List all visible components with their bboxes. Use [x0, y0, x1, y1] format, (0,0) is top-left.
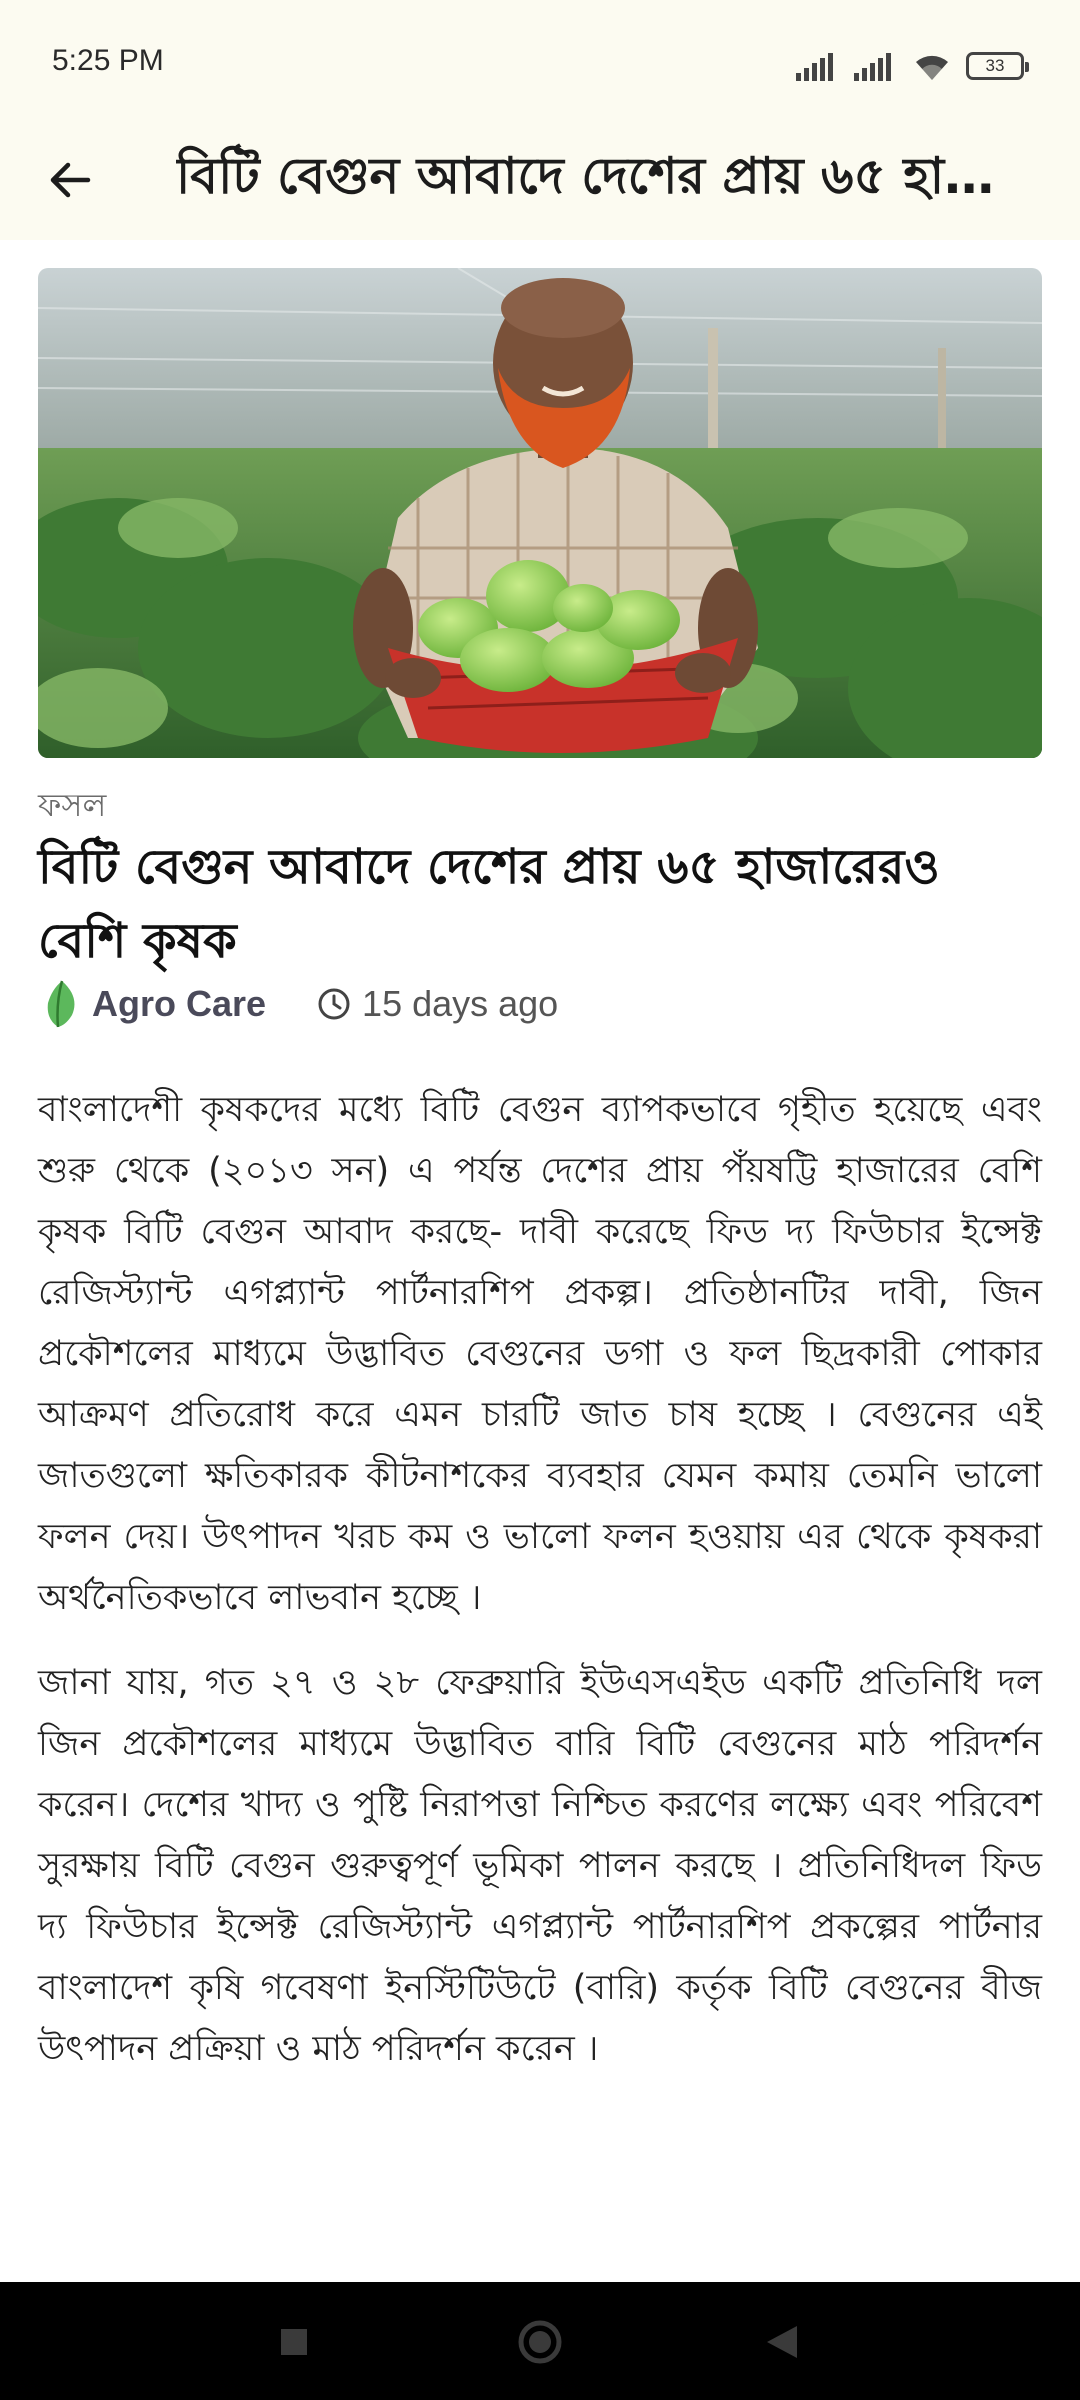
battery-level: 33: [985, 56, 1005, 75]
back-nav-button[interactable]: [752, 2312, 812, 2372]
article-hero-image: [38, 268, 1042, 758]
source-name[interactable]: Agro Care: [92, 983, 266, 1025]
arrow-left-icon: [50, 162, 91, 198]
back-button[interactable]: [30, 140, 110, 220]
circle-icon: [518, 2320, 562, 2364]
triangle-back-icon: [767, 2326, 797, 2358]
status-time: 5:25 PM: [52, 44, 164, 77]
article-category[interactable]: ফসল: [38, 780, 106, 834]
leaf-logo: [47, 980, 75, 1028]
app-bar: বিটি বেগুন আবাদে দেশের প্রায় ৬৫ হাজারের…: [0, 118, 1080, 240]
system-nav-bar: [0, 2282, 1080, 2400]
signal-icon: [796, 53, 833, 81]
status-icons: 33: [796, 50, 1029, 82]
article-body: বাংলাদেশী কৃষকদের মধ্যে বিটি বেগুন ব্যাপ…: [38, 1080, 1042, 2104]
recents-button[interactable]: [264, 2312, 324, 2372]
wifi-icon: [916, 55, 948, 80]
article-paragraph: বাংলাদেশী কৃষকদের মধ্যে বিটি বেগুন ব্যাপ…: [38, 1090, 1042, 1618]
app-bar-title: বিটি বেগুন আবাদে দেশের প্রায় ৬৫ হাজারের…: [176, 147, 1046, 205]
status-bar: 5:25 PM 33: [0, 0, 1080, 118]
article-headline: বিটি বেগুন আবাদে দেশের প্রায় ৬৫ হাজারের…: [38, 839, 940, 969]
battery-icon: 33: [966, 52, 1029, 80]
article-meta: Agro Care 15 days ago: [42, 976, 558, 1032]
article-paragraph: জানা যায়, গত ২৭ ও ২৮ ফেব্রুয়ারি ইউএসএই…: [38, 1663, 1043, 2069]
square-icon: [281, 2329, 307, 2355]
publish-time: 15 days ago: [362, 983, 559, 1024]
clock-icon: [318, 988, 350, 1020]
home-button[interactable]: [510, 2312, 570, 2372]
signal-icon-2: [854, 53, 891, 81]
farmer-photo: [38, 268, 1042, 758]
screen: 5:25 PM 33 বিটি বেগুন আবাদে দেশের প্রায়…: [0, 0, 1080, 2400]
